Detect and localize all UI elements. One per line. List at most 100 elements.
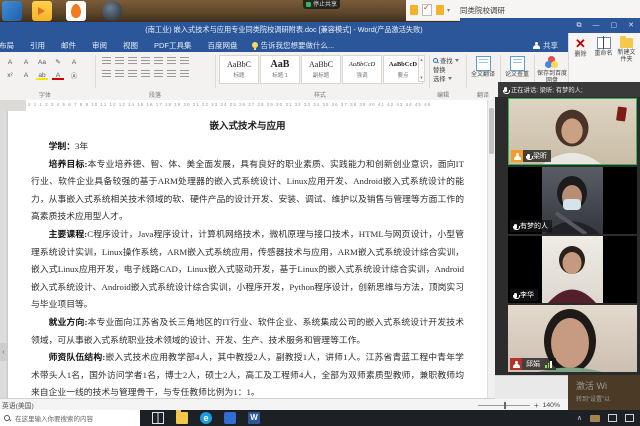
- taskbar-search-box[interactable]: 在这里输入你要搜索的内容: [0, 410, 140, 426]
- paragraph-employment: 就业方向:本专业面向江苏省及长三角地区的IT行业、软件企业、系统集成公司的嵌入式…: [31, 314, 464, 349]
- grow-font-button[interactable]: A: [3, 56, 17, 68]
- text-effects-button[interactable]: A: [19, 69, 33, 81]
- task-view-icon[interactable]: [152, 412, 164, 424]
- multilevel-list-button[interactable]: [128, 57, 137, 65]
- tab-mailings[interactable]: 邮件: [53, 40, 84, 51]
- desktop-media-folder-icon[interactable]: [32, 1, 52, 21]
- zoom-slider-knob[interactable]: [504, 402, 506, 409]
- scroll-down-icon[interactable]: ▼: [420, 75, 424, 80]
- paper-check-button[interactable]: 论文查重: [504, 56, 530, 79]
- person-icon: [533, 42, 540, 49]
- scrollbar-thumb[interactable]: [489, 108, 494, 154]
- video-tile-lihua[interactable]: 李华: [508, 236, 637, 303]
- shrink-font-button[interactable]: A: [19, 56, 33, 68]
- save-to-baidu-netdisk-button[interactable]: 保存到百度网盘: [537, 56, 567, 84]
- ruler-margin: [0, 100, 26, 111]
- edge-browser-icon[interactable]: e: [200, 412, 212, 424]
- video-tile-liangxin[interactable]: 梁昕: [508, 98, 637, 165]
- tab-pdf-tools[interactable]: PDF工具集: [146, 40, 200, 51]
- rename-button[interactable]: 重命名: [592, 37, 615, 58]
- tab-baidu-netdisk[interactable]: 百度网盘: [200, 40, 246, 51]
- full-text-translate-button[interactable]: 全文翻译: [470, 56, 496, 79]
- tab-references[interactable]: 引用: [22, 40, 53, 51]
- font-tools-row2: x² A ab A Ⓐ: [2, 69, 82, 81]
- desktop-reader-app-icon[interactable]: [66, 1, 86, 21]
- share-button[interactable]: 共享: [533, 40, 558, 51]
- tray-expand-icon[interactable]: ∧: [577, 414, 582, 422]
- style-item-heading1[interactable]: AaB 标题 1: [260, 55, 300, 84]
- chevron-down-icon: [448, 77, 452, 80]
- borders-button[interactable]: [180, 70, 189, 78]
- video-tile-youmengderen[interactable]: 有梦的人: [508, 167, 637, 234]
- align-center-button[interactable]: [115, 70, 124, 78]
- zoom-level[interactable]: 140%: [543, 402, 560, 409]
- style-item-emphasis[interactable]: AaBbCcD 强调: [342, 55, 382, 84]
- explorer-app-icon[interactable]: [410, 5, 418, 15]
- clear-format-button[interactable]: A: [67, 56, 81, 68]
- tray-network-icon[interactable]: [625, 414, 634, 422]
- document-page[interactable]: 嵌入式技术与应用 学制：3年 培养目标:本专业培养德、智、体、美全面发展，具有良…: [8, 111, 487, 398]
- paragraph-tools-row2: [100, 70, 191, 78]
- minimize-icon[interactable]: —: [593, 22, 600, 29]
- desktop-globe-app-icon[interactable]: [102, 1, 122, 21]
- tray-folder-icon[interactable]: [590, 415, 600, 422]
- zoom-in-button[interactable]: +: [534, 401, 539, 410]
- desktop-app-icon-cube[interactable]: [2, 1, 22, 21]
- word-titlebar[interactable]: (南工业) 嵌入式技术与应用专业同类院校调研附表.doc [兼容模式] - Wo…: [0, 22, 568, 38]
- superscript-button[interactable]: x²: [3, 69, 17, 81]
- justify-button[interactable]: [141, 70, 150, 78]
- delete-button[interactable]: ✕ 删除: [569, 37, 592, 59]
- align-left-button[interactable]: [102, 70, 111, 78]
- select-button[interactable]: 选择: [433, 74, 459, 83]
- microphone-icon: [514, 293, 517, 298]
- paragraph-faculty: 师资队伍结构:嵌入式技术应用教学部4人，其中教授2人，副教授1人，讲师1人。江苏…: [31, 349, 464, 398]
- paragraph-tools-row1: [100, 57, 191, 65]
- new-folder-button[interactable]: 新建文件夹: [615, 37, 638, 64]
- change-case-button[interactable]: Aa: [35, 56, 49, 68]
- language-status[interactable]: 英语(美国): [2, 400, 34, 410]
- person-icon: [514, 153, 521, 160]
- tell-me-box[interactable]: 告诉我您想要做什么...: [252, 40, 335, 51]
- pinned-app-icon[interactable]: [224, 412, 236, 424]
- numbering-button[interactable]: [115, 57, 124, 65]
- highlight-color-button[interactable]: ab: [35, 69, 49, 81]
- now-speaking-bar: 正在讲话: 梁昕; 有梦的人;: [498, 82, 640, 97]
- previous-page-button[interactable]: ‹: [0, 343, 7, 361]
- zoom-slider[interactable]: [478, 405, 530, 406]
- style-item-title[interactable]: AaBbC 标题: [219, 55, 259, 84]
- enclose-character-button[interactable]: Ⓐ: [67, 69, 81, 81]
- bullets-button[interactable]: [102, 57, 111, 65]
- screen-share-control[interactable]: 停止共享: [303, 0, 340, 9]
- tab-view[interactable]: 视图: [115, 40, 146, 51]
- microphone-icon: [514, 224, 517, 229]
- decrease-indent-button[interactable]: [141, 57, 150, 65]
- shading-button[interactable]: [167, 70, 176, 78]
- tray-display-icon[interactable]: [608, 414, 617, 422]
- style-item-subtitle[interactable]: AaBbC 副标题: [301, 55, 341, 84]
- sort-button[interactable]: [167, 57, 176, 65]
- format-painter-icon[interactable]: ✎: [51, 56, 65, 68]
- scroll-up-icon[interactable]: ▲: [420, 57, 424, 62]
- align-right-button[interactable]: [128, 70, 137, 78]
- increase-indent-button[interactable]: [154, 57, 163, 65]
- line-spacing-button[interactable]: [154, 70, 163, 78]
- sync-checkbox-icon[interactable]: [422, 4, 432, 16]
- video-tile-qiujuan[interactable]: 邱娟: [508, 305, 637, 372]
- restore-icon[interactable]: ⧉: [577, 22, 582, 29]
- speaking-text: 正在讲话: 梁昕; 有梦的人;: [511, 85, 583, 94]
- word-app-icon[interactable]: W: [248, 412, 260, 424]
- show-marks-button[interactable]: [180, 57, 189, 65]
- explorer-folder-icon[interactable]: [436, 5, 444, 15]
- chevron-down-icon[interactable]: ▾: [447, 7, 450, 14]
- paragraph-duration: 学制：3年: [31, 138, 464, 156]
- tab-layout[interactable]: 布局: [0, 40, 22, 51]
- style-item-keypoint[interactable]: AaBbCcD 要点: [383, 55, 423, 84]
- file-explorer-icon[interactable]: [176, 412, 188, 424]
- font-color-button[interactable]: A: [51, 69, 65, 81]
- close-icon[interactable]: ✕: [628, 22, 634, 29]
- tab-review[interactable]: 审阅: [84, 40, 115, 51]
- styles-gallery-scroll[interactable]: ▲ ▼: [418, 55, 425, 82]
- find-button[interactable]: 查找: [433, 56, 459, 65]
- replace-button[interactable]: 替换: [433, 65, 459, 74]
- maximize-icon[interactable]: ▢: [611, 22, 618, 29]
